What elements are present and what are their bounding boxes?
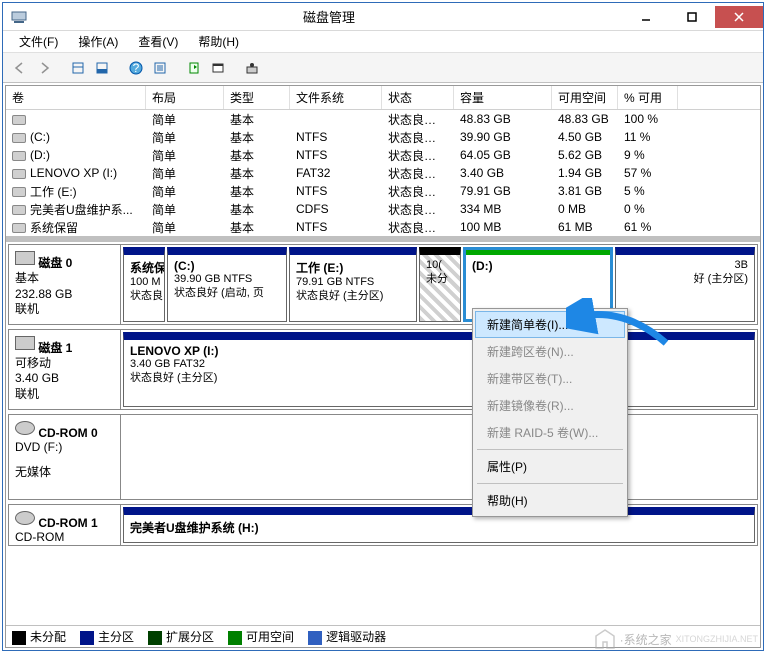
partition-cdrom1[interactable]: 完美者U盘维护系统 (H:) <box>123 507 755 544</box>
svg-text:?: ? <box>133 61 140 75</box>
volume-row[interactable]: (C:)简单基本NTFS状态良好 (...39.90 GB4.50 GB11 % <box>6 128 760 146</box>
titlebar[interactable]: 磁盘管理 <box>3 3 763 31</box>
disk-title: 磁盘 0 <box>38 256 72 270</box>
volume-row[interactable]: 简单基本状态良好 (...48.83 GB48.83 GB100 % <box>6 110 760 128</box>
disk-info[interactable]: 磁盘 1 可移动 3.40 GB 联机 <box>9 330 121 409</box>
col-filesystem[interactable]: 文件系统 <box>290 86 382 109</box>
back-button <box>9 57 31 79</box>
ctx-new-simple-volume[interactable]: 新建简单卷(I)... <box>475 311 625 338</box>
ctx-new-spanned-volume: 新建跨区卷(N)... <box>475 338 625 365</box>
menubar: 文件(F) 操作(A) 查看(V) 帮助(H) <box>3 31 763 53</box>
ctx-new-raid5-volume: 新建 RAID-5 卷(W)... <box>475 419 625 446</box>
disk-row: 磁盘 0 基本 232.88 GB 联机 系统保 100 M 状态良 (C:) … <box>8 244 758 325</box>
toolbar: ? <box>3 53 763 83</box>
forward-button <box>33 57 55 79</box>
context-menu: 新建简单卷(I)... 新建跨区卷(N)... 新建带区卷(T)... 新建镜像… <box>472 308 628 517</box>
maximize-button[interactable] <box>669 6 715 28</box>
col-free[interactable]: 可用空间 <box>552 86 618 109</box>
disk-info[interactable]: CD-ROM 0 DVD (F:) 无媒体 <box>9 415 121 499</box>
ctx-help[interactable]: 帮助(H) <box>475 487 625 514</box>
col-status[interactable]: 状态 <box>382 86 454 109</box>
ctx-new-striped-volume: 新建带区卷(T)... <box>475 365 625 392</box>
menu-view[interactable]: 查看(V) <box>130 31 186 52</box>
disk-title: 磁盘 1 <box>38 341 72 355</box>
partition-lenovo-xp[interactable]: LENOVO XP (I:) 3.40 GB FAT32 状态良好 (主分区) <box>123 332 755 407</box>
col-type[interactable]: 类型 <box>224 86 290 109</box>
watermark: ·系统之家 XITONGZHIJIA.NET <box>594 628 758 650</box>
volume-list[interactable]: 简单基本状态良好 (...48.83 GB48.83 GB100 %(C:)简单… <box>6 110 760 236</box>
menu-file[interactable]: 文件(F) <box>11 31 66 52</box>
view2-button[interactable] <box>91 57 113 79</box>
swatch-logical-icon <box>308 631 322 645</box>
refresh-button[interactable] <box>183 57 205 79</box>
disk-row: CD-ROM 1 CD-ROM 完美者U盘维护系统 (H:) <box>8 504 758 547</box>
cdrom-icon <box>15 511 35 525</box>
help-button[interactable]: ? <box>125 57 147 79</box>
close-button[interactable] <box>715 6 763 28</box>
volume-row[interactable]: 完美者U盘维护系...简单基本CDFS状态良好 (...334 MB0 MB0 … <box>6 200 760 218</box>
window-title: 磁盘管理 <box>35 7 623 26</box>
app-icon <box>11 9 27 25</box>
disk-info[interactable]: 磁盘 0 基本 232.88 GB 联机 <box>9 245 121 324</box>
menu-help[interactable]: 帮助(H) <box>190 31 247 52</box>
swatch-primary-icon <box>80 631 94 645</box>
col-capacity[interactable]: 容量 <box>454 86 552 109</box>
disk-title: CD-ROM 0 <box>38 426 97 440</box>
content-area: 卷 布局 类型 文件系统 状态 容量 可用空间 % 可用 简单基本状态良好 (.… <box>5 85 761 648</box>
disk-icon <box>15 336 35 350</box>
cdrom-icon <box>15 421 35 435</box>
volume-row[interactable]: LENOVO XP (I:)简单基本FAT32状态良好 (...3.40 GB1… <box>6 164 760 182</box>
menu-action[interactable]: 操作(A) <box>70 31 126 52</box>
app-window: 磁盘管理 文件(F) 操作(A) 查看(V) 帮助(H) ? 卷 布局 类型 <box>2 2 764 651</box>
minimize-button[interactable] <box>623 6 669 28</box>
partition-unalloc[interactable]: 10( 未分 <box>419 247 461 322</box>
swatch-extended-icon <box>148 631 162 645</box>
swatch-unalloc-icon <box>12 631 26 645</box>
ctx-new-mirror-volume: 新建镜像卷(R)... <box>475 392 625 419</box>
disk-row: 磁盘 1 可移动 3.40 GB 联机 LENOVO XP (I:) 3.40 … <box>8 329 758 410</box>
ctx-properties[interactable]: 属性(P) <box>475 453 625 480</box>
partition-ext[interactable]: 3B 好 (主分区) <box>615 247 755 322</box>
col-volume[interactable]: 卷 <box>6 86 146 109</box>
props-button[interactable] <box>207 57 229 79</box>
volume-row[interactable]: 工作 (E:)简单基本NTFS状态良好 (...79.91 GB3.81 GB5… <box>6 182 760 200</box>
disk-row: CD-ROM 0 DVD (F:) 无媒体 <box>8 414 758 500</box>
col-layout[interactable]: 布局 <box>146 86 224 109</box>
view1-button[interactable] <box>67 57 89 79</box>
volume-row[interactable]: 系统保留简单基本NTFS状态良好 (...100 MB61 MB61 % <box>6 218 760 236</box>
volume-row[interactable]: (D:)简单基本NTFS状态良好 (...64.05 GB5.62 GB9 % <box>6 146 760 164</box>
partition-sysreserved[interactable]: 系统保 100 M 状态良 <box>123 247 165 322</box>
partition-e[interactable]: 工作 (E:) 79.91 GB NTFS 状态良好 (主分区) <box>289 247 417 322</box>
disk-title: CD-ROM 1 <box>38 516 97 530</box>
partition-c[interactable]: (C:) 39.90 GB NTFS 状态良好 (启动, 页 <box>167 247 287 322</box>
volume-list-header: 卷 布局 类型 文件系统 状态 容量 可用空间 % 可用 <box>6 86 760 110</box>
disk-icon <box>15 251 35 265</box>
list-button[interactable] <box>149 57 171 79</box>
graphical-view: 磁盘 0 基本 232.88 GB 联机 系统保 100 M 状态良 (C:) … <box>6 242 760 625</box>
wizard-button[interactable] <box>241 57 263 79</box>
swatch-free-icon <box>228 631 242 645</box>
col-pct[interactable]: % 可用 <box>618 86 678 109</box>
disk-info[interactable]: CD-ROM 1 CD-ROM <box>9 505 121 546</box>
